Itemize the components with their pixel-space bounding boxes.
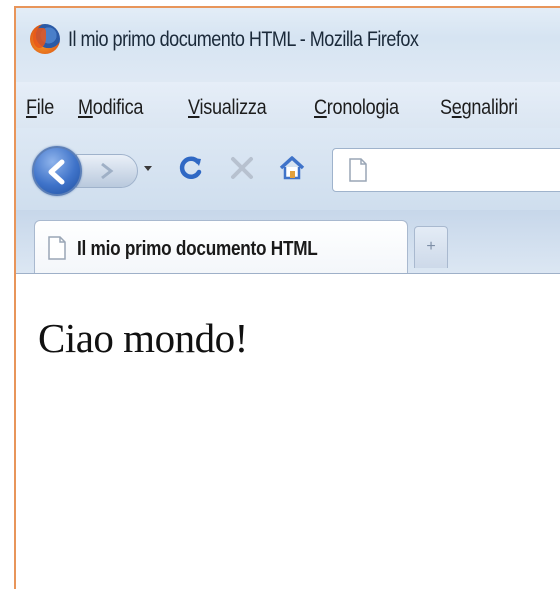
navigation-bar: [16, 128, 560, 210]
browser-window: Il mio primo documento HTML - Mozilla Fi…: [14, 6, 560, 589]
home-icon[interactable]: [278, 154, 306, 182]
title-bar[interactable]: Il mio primo documento HTML - Mozilla Fi…: [16, 8, 560, 82]
firefox-logo-icon[interactable]: [30, 24, 60, 54]
forward-button[interactable]: [76, 154, 138, 188]
page-icon: [48, 236, 66, 260]
history-dropdown-icon[interactable]: [144, 166, 152, 171]
forward-arrow-icon: [101, 162, 114, 180]
back-arrow-icon: [48, 159, 65, 185]
back-button[interactable]: [32, 146, 82, 196]
menu-cronologia[interactable]: Cronologia: [314, 96, 399, 120]
menu-modifica[interactable]: Modifica: [78, 96, 143, 120]
new-tab-button[interactable]: +: [414, 226, 448, 268]
stop-icon[interactable]: [229, 155, 255, 181]
menu-visualizza[interactable]: Visualizza: [188, 96, 267, 120]
menu-file[interactable]: File: [26, 96, 54, 120]
tab-active[interactable]: Il mio primo documento HTML: [34, 220, 408, 276]
page-icon: [349, 158, 367, 182]
page-content: Ciao mondo!: [16, 274, 560, 589]
menu-segnalibri[interactable]: Segnalibri: [440, 96, 518, 120]
menu-bar: File Modifica Visualizza Cronologia Segn…: [16, 82, 560, 128]
address-bar[interactable]: [332, 148, 560, 192]
page-text: Ciao mondo!: [38, 315, 248, 361]
reload-icon[interactable]: [176, 153, 206, 183]
window-title: Il mio primo documento HTML - Mozilla Fi…: [68, 28, 419, 51]
tab-strip: Il mio primo documento HTML +: [16, 210, 560, 276]
tab-label: Il mio primo documento HTML: [77, 238, 318, 260]
